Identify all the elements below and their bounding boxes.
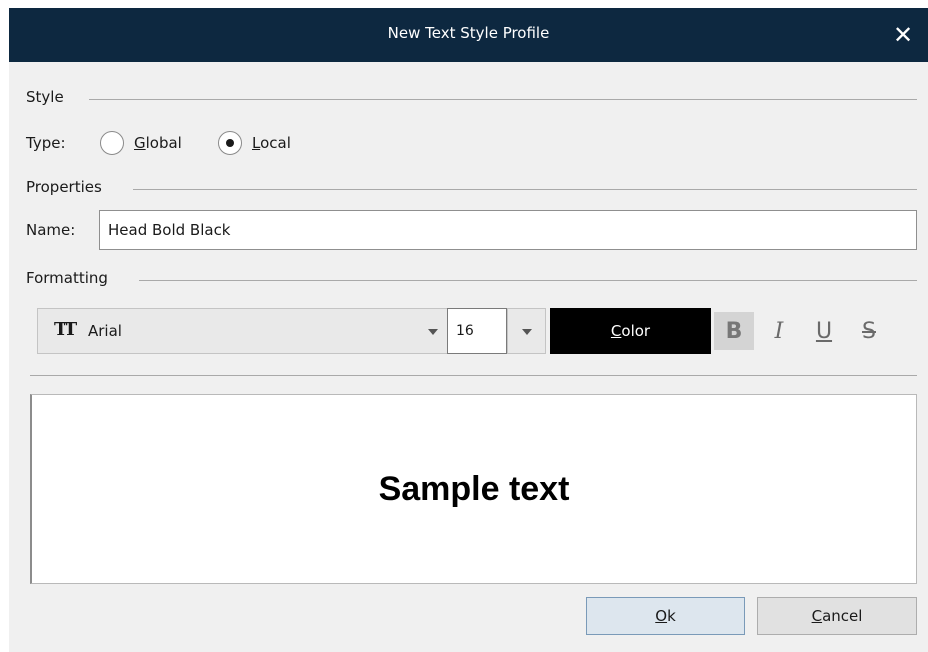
name-field[interactable] <box>99 210 917 250</box>
style-group-label: Style <box>26 88 64 106</box>
sample-preview-pane: Sample text <box>30 394 917 584</box>
chevron-down-icon <box>428 329 438 335</box>
font-family-value: Arial <box>88 322 122 340</box>
formatting-group-divider <box>139 280 917 281</box>
title-bar: New Text Style Profile ✕ <box>9 8 928 62</box>
font-size-dropdown-button[interactable] <box>507 308 546 354</box>
font-size-input[interactable] <box>447 308 507 354</box>
dialog-title: New Text Style Profile <box>387 24 550 42</box>
local-radio[interactable] <box>218 131 242 155</box>
type-label: Type: <box>26 134 66 152</box>
close-icon[interactable]: ✕ <box>886 18 920 52</box>
properties-group-divider <box>133 189 917 190</box>
local-radio-label[interactable]: Local <box>252 134 291 152</box>
cancel-button[interactable]: Cancel <box>757 597 917 635</box>
font-icon: TT <box>54 319 77 340</box>
global-radio-label[interactable]: Global <box>134 134 182 152</box>
name-label: Name: <box>26 221 76 239</box>
new-text-style-profile-dialog: New Text Style Profile ✕ Style Type: Glo… <box>9 8 928 652</box>
font-family-dropdown[interactable]: TT Arial <box>37 308 449 354</box>
sample-text: Sample text <box>378 470 570 508</box>
bold-button[interactable]: B <box>714 312 754 350</box>
style-group-divider <box>89 99 917 100</box>
italic-button[interactable]: I <box>759 312 799 350</box>
color-button[interactable]: Color <box>550 308 711 354</box>
underline-button[interactable]: U <box>804 312 844 350</box>
chevron-down-icon <box>522 329 532 335</box>
formatting-group-label: Formatting <box>26 269 108 287</box>
strikethrough-button[interactable]: S <box>849 312 889 350</box>
ok-button[interactable]: Ok <box>586 597 745 635</box>
global-radio[interactable] <box>100 131 124 155</box>
formatting-separator <box>30 375 917 376</box>
properties-group-label: Properties <box>26 178 102 196</box>
